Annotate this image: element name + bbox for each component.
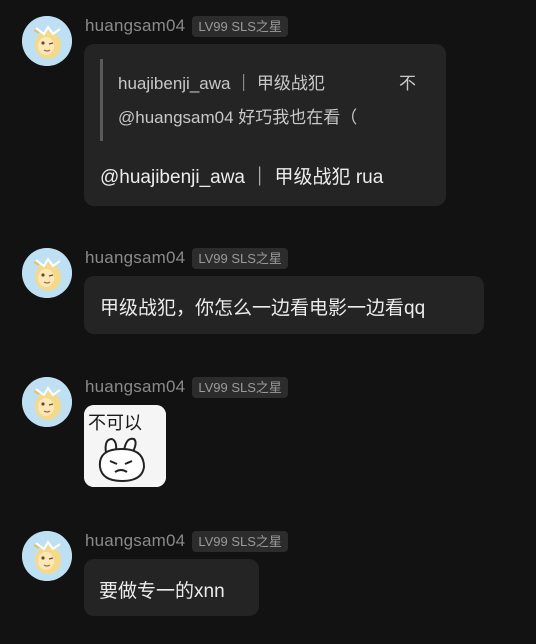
- username[interactable]: huangsam04: [85, 377, 185, 397]
- sticker-caption: 不可以: [88, 413, 142, 434]
- quote-truncated-text: 不: [399, 74, 416, 93]
- level-badge: LV99 SLS之星: [192, 247, 288, 269]
- chat-message: huangsam04 LV99 SLS之星 huajibenji_awa ｜ 甲…: [0, 14, 536, 209]
- avatar-image: [22, 248, 72, 298]
- level-badge: LV99 SLS之星: [192, 530, 288, 552]
- angry-bunny-sticker-icon: 不可以: [84, 405, 166, 487]
- avatar-image: [22, 16, 72, 66]
- chat-message: huangsam04 LV99 SLS之星 要做专一的xnn: [0, 529, 536, 621]
- quote-author-line: huajibenji_awa ｜ 甲级战犯: [118, 74, 325, 93]
- username[interactable]: huangsam04: [85, 16, 185, 36]
- chat-message: huangsam04 LV99 SLS之星 不可以: [0, 375, 536, 490]
- username[interactable]: huangsam04: [85, 531, 185, 551]
- message-text: 要做专一的xnn: [99, 581, 225, 602]
- user-avatar[interactable]: [22, 377, 72, 427]
- username[interactable]: huangsam04: [85, 248, 185, 268]
- quoted-reply[interactable]: huajibenji_awa ｜ 甲级战犯 不 @huangsam04 好巧我也…: [100, 59, 416, 141]
- chat-message: huangsam04 LV99 SLS之星 甲级战犯，你怎么一边看电影一边看qq: [0, 246, 536, 338]
- avatar-image: [22, 531, 72, 581]
- user-avatar[interactable]: [22, 531, 72, 581]
- quote-content-line: @huangsam04 好巧我也在看（: [118, 108, 358, 127]
- user-avatar[interactable]: [22, 248, 72, 298]
- sticker-image[interactable]: 不可以: [84, 405, 166, 487]
- level-badge: LV99 SLS之星: [192, 15, 288, 37]
- user-avatar[interactable]: [22, 16, 72, 66]
- message-text: 甲级战犯，你怎么一边看电影一边看qq: [100, 298, 426, 319]
- message-bubble[interactable]: 甲级战犯，你怎么一边看电影一边看qq: [84, 276, 484, 334]
- message-bubble[interactable]: huajibenji_awa ｜ 甲级战犯 不 @huangsam04 好巧我也…: [84, 44, 446, 206]
- avatar-image: [22, 377, 72, 427]
- message-text: @huajibenji_awa ｜ 甲级战犯 rua: [100, 167, 384, 188]
- level-badge: LV99 SLS之星: [192, 376, 288, 398]
- message-bubble[interactable]: 要做专一的xnn: [84, 559, 259, 616]
